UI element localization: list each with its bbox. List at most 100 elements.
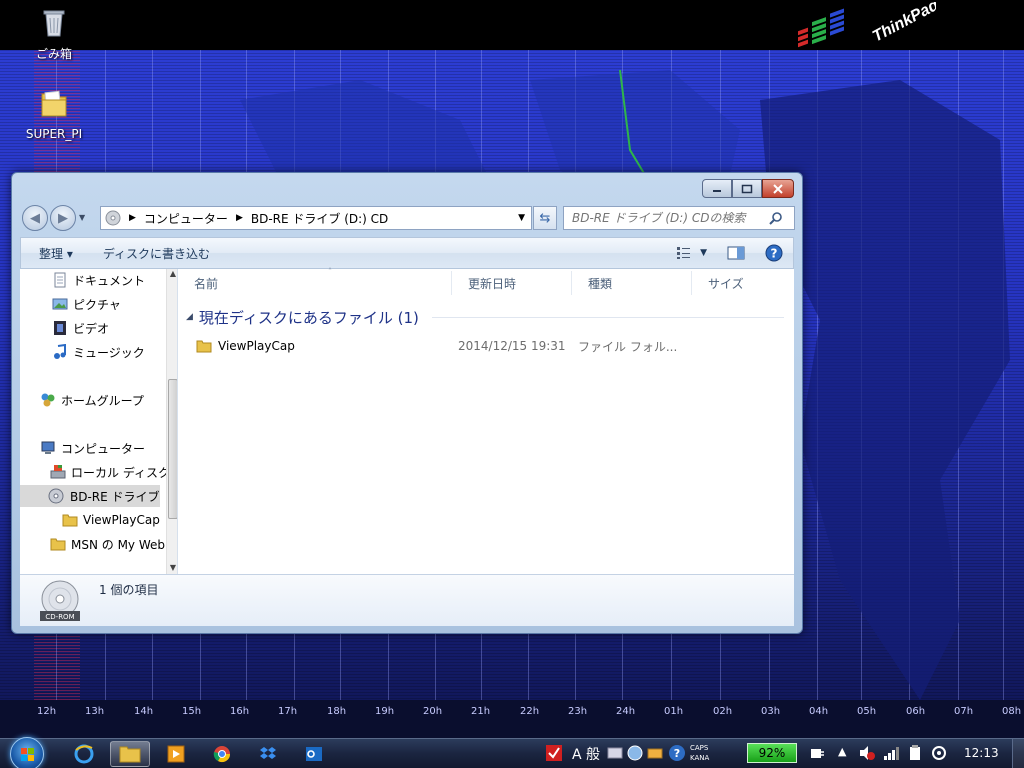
column-header-type[interactable]: 種類 bbox=[572, 271, 692, 295]
preview-pane-icon bbox=[727, 246, 745, 260]
navigation-row: ◀ ▶ ▼ ▶ コンピューター ▶ BD-RE ドライブ (D:) CD ▼ ⇆ bbox=[20, 203, 795, 231]
close-icon bbox=[773, 183, 783, 194]
ime-pad-icon[interactable] bbox=[646, 744, 664, 762]
back-button[interactable]: ◀ bbox=[22, 205, 48, 231]
address-bar[interactable]: ▶ コンピューター ▶ BD-RE ドライブ (D:) CD ▼ bbox=[100, 206, 532, 230]
computer-icon bbox=[41, 441, 55, 454]
super-pi-desktop-icon[interactable]: SUPER_PI bbox=[19, 88, 89, 141]
ime-mode-indicator[interactable]: A 般 bbox=[572, 744, 600, 764]
breadcrumb-computer[interactable]: コンピューター bbox=[144, 210, 228, 227]
nav-item-pictures[interactable]: ピクチャ bbox=[52, 293, 121, 315]
explorer-window[interactable]: ◀ ▶ ▼ ▶ コンピューター ▶ BD-RE ドライブ (D:) CD ▼ ⇆… bbox=[11, 172, 803, 634]
pictures-icon bbox=[52, 298, 68, 310]
file-type: ファイル フォル... bbox=[578, 339, 678, 354]
folder-icon bbox=[50, 538, 66, 551]
navigation-pane: ドキュメント ピクチャ ビデオ ミュージック ホームグループ コンピューター ロ… bbox=[20, 269, 178, 574]
nav-item-label: BD-RE ドライブ bbox=[70, 489, 160, 504]
search-input[interactable] bbox=[572, 211, 767, 225]
show-desktop-button[interactable] bbox=[1012, 739, 1024, 768]
taskbar-dropbox[interactable] bbox=[248, 741, 288, 767]
taskbar-clock[interactable]: 12:13 bbox=[964, 746, 999, 760]
thinkpad-wordmark: ThinkPad bbox=[870, 2, 936, 46]
nav-item-videos[interactable]: ビデオ bbox=[52, 317, 109, 339]
forward-button[interactable]: ▶ bbox=[50, 205, 76, 231]
maximize-icon bbox=[741, 184, 753, 193]
search-box[interactable] bbox=[563, 206, 795, 230]
group-header[interactable]: ◢ 現在ディスクにあるファイル (1) bbox=[186, 307, 419, 327]
disc-drive-icon bbox=[48, 488, 64, 504]
navigation-scrollbar[interactable]: ▲ ▼ bbox=[166, 269, 177, 574]
preview-pane-button[interactable] bbox=[717, 238, 755, 268]
column-header-name[interactable]: 名前 bbox=[178, 271, 452, 295]
scrollbar-thumb[interactable] bbox=[168, 379, 177, 519]
details-pane: CD-ROM 1 個の項目 bbox=[20, 574, 794, 626]
caps-kana-indicator[interactable]: CAPS KANA bbox=[690, 743, 709, 763]
nav-item-computer[interactable]: コンピューター bbox=[40, 437, 145, 459]
show-hidden-icons-button[interactable]: ▲ bbox=[838, 745, 846, 758]
timeline-hour-label: 03h bbox=[761, 706, 781, 717]
taskbar-media-player[interactable] bbox=[156, 741, 196, 767]
help-button[interactable]: ? bbox=[755, 238, 793, 268]
chrome-icon bbox=[213, 746, 231, 763]
folder-icon bbox=[41, 90, 67, 117]
organize-button[interactable]: 整理 ▾ bbox=[21, 238, 83, 268]
kana-label: KANA bbox=[690, 754, 710, 762]
timeline-hour-label: 14h bbox=[134, 706, 154, 717]
nav-item-music[interactable]: ミュージック bbox=[52, 341, 145, 363]
ime-help-icon[interactable]: ? bbox=[668, 744, 686, 762]
maximize-button[interactable] bbox=[732, 179, 762, 198]
nav-item-label: ホームグループ bbox=[61, 393, 144, 408]
timeline-hour-label: 01h bbox=[664, 706, 684, 717]
refresh-button[interactable]: ⇆ bbox=[533, 206, 557, 230]
taskbar-internet-explorer[interactable] bbox=[64, 741, 104, 767]
group-divider bbox=[432, 317, 784, 318]
taskbar-outlook[interactable] bbox=[294, 741, 334, 767]
network-tray-icon[interactable] bbox=[930, 744, 948, 762]
burn-to-disc-button[interactable]: ディスクに書き込む bbox=[83, 238, 220, 268]
clipboard-tray-icon[interactable] bbox=[906, 744, 924, 762]
timeline-hour-label: 17h bbox=[278, 706, 298, 717]
ime-dictionary-icon[interactable] bbox=[626, 744, 644, 762]
view-options-button[interactable]: ▼ bbox=[666, 238, 717, 268]
caption-buttons bbox=[702, 179, 794, 198]
antivirus-tray-icon[interactable] bbox=[545, 744, 563, 762]
ime-tool-icon[interactable] bbox=[606, 744, 624, 762]
cd-rom-icon: CD-ROM bbox=[40, 580, 80, 621]
view-list-icon bbox=[677, 247, 691, 259]
nav-item-msn-my-web[interactable]: MSN の My Web bbox=[50, 533, 165, 555]
collapse-triangle-icon[interactable]: ◢ bbox=[186, 312, 193, 322]
nav-item-viewplaycap[interactable]: ViewPlayCap bbox=[62, 509, 160, 531]
file-row[interactable]: ViewPlayCap 2014/12/15 19:31 ファイル フォル... bbox=[194, 335, 784, 357]
timeline-hour-label: 20h bbox=[423, 706, 443, 717]
folder-icon bbox=[62, 514, 78, 527]
column-header-size[interactable]: サイズ bbox=[692, 271, 790, 295]
scroll-down-icon[interactable]: ▼ bbox=[167, 563, 177, 572]
file-name: ViewPlayCap bbox=[218, 339, 295, 353]
taskbar-chrome[interactable] bbox=[202, 741, 242, 767]
minimize-button[interactable] bbox=[702, 179, 732, 198]
battery-indicator[interactable]: 92% bbox=[747, 743, 797, 763]
nav-item-homegroup[interactable]: ホームグループ bbox=[40, 389, 144, 411]
timeline-hour-label: 18h bbox=[327, 706, 347, 717]
taskbar-file-explorer[interactable] bbox=[110, 741, 150, 767]
search-icon[interactable] bbox=[769, 211, 783, 225]
power-plug-icon[interactable] bbox=[808, 744, 826, 762]
svg-text:?: ? bbox=[674, 747, 680, 760]
recent-pages-dropdown[interactable]: ▼ bbox=[79, 213, 85, 222]
nav-item-documents[interactable]: ドキュメント bbox=[52, 269, 145, 291]
address-history-dropdown-icon[interactable]: ▼ bbox=[518, 213, 525, 223]
breadcrumb-bd-re-drive[interactable]: BD-RE ドライブ (D:) CD bbox=[251, 210, 388, 227]
outlook-icon bbox=[306, 747, 322, 761]
scroll-up-icon[interactable]: ▲ bbox=[167, 269, 177, 278]
start-button[interactable] bbox=[10, 737, 44, 768]
desktop-icon-label: SUPER_PI bbox=[25, 127, 83, 141]
nav-item-bd-re-drive[interactable]: BD-RE ドライブ bbox=[20, 485, 160, 507]
close-button[interactable] bbox=[762, 179, 794, 198]
column-header-date[interactable]: 更新日時 bbox=[452, 271, 572, 295]
speaker-muted-icon[interactable] bbox=[858, 744, 876, 762]
wifi-signal-icon[interactable] bbox=[882, 744, 900, 762]
nav-item-local-disk[interactable]: ローカル ディスク bbox=[50, 461, 170, 483]
timeline-hour-label: 24h bbox=[616, 706, 636, 717]
recycle-bin-desktop-icon[interactable]: ごみ箱 bbox=[19, 6, 89, 62]
timeline-hour-label: 04h bbox=[809, 706, 829, 717]
